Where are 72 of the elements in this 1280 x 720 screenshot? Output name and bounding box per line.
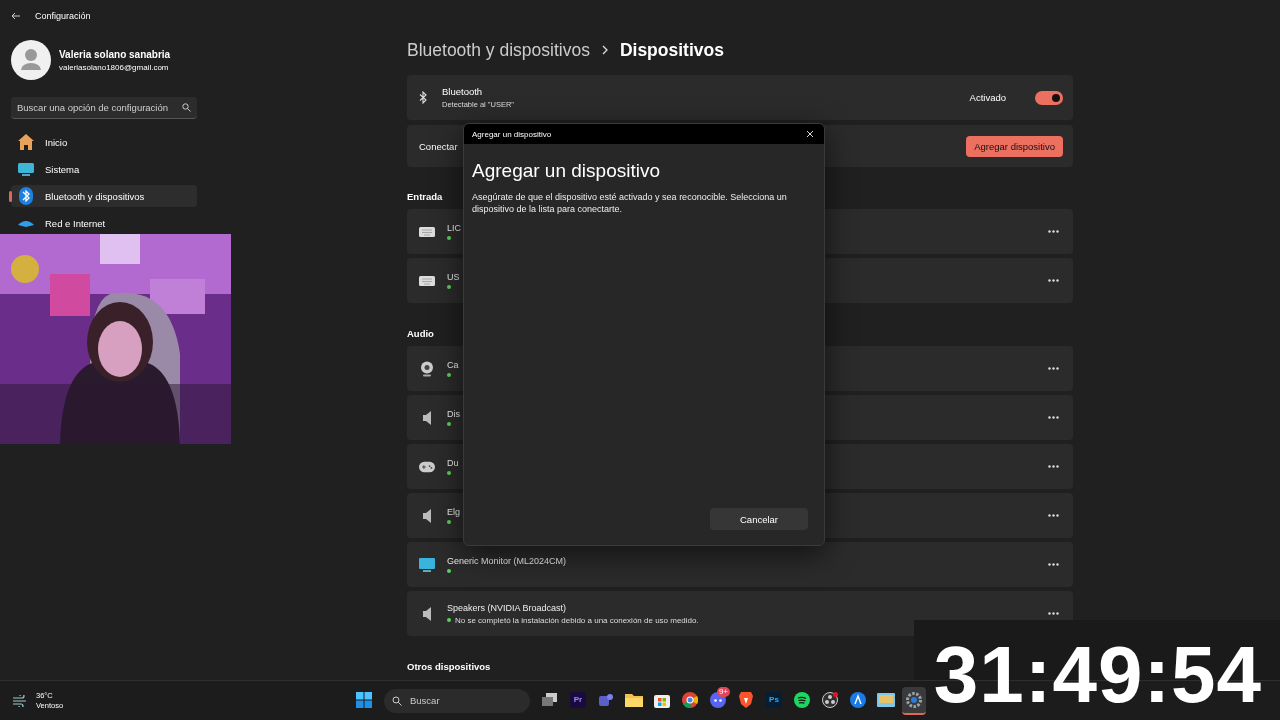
bluetooth-icon (419, 91, 427, 104)
cancel-button[interactable]: Cancelar (710, 508, 808, 530)
status-dot (447, 422, 451, 426)
dialog-title: Agregar un dispositivo (472, 129, 552, 139)
device-name: Elg (447, 507, 461, 517)
keyboard-icon (419, 226, 435, 237)
more-icon[interactable] (1048, 230, 1059, 233)
more-icon[interactable] (1048, 465, 1059, 468)
more-icon[interactable] (1048, 279, 1059, 282)
dialog-heading: Agregar un dispositivo (472, 160, 661, 182)
status-dot (447, 520, 451, 524)
taskbar-search-field[interactable]: Buscar (384, 688, 530, 713)
settings-icon[interactable] (902, 686, 926, 715)
breadcrumb-link[interactable]: Bluetooth y dispositivos (407, 39, 590, 61)
speaker-icon (422, 605, 432, 622)
status-dot (447, 618, 451, 622)
close-icon[interactable] (806, 130, 814, 138)
status-dot (447, 236, 451, 240)
nav-item[interactable]: Bluetooth y dispositivos (11, 185, 197, 207)
device-status: No se completó la instalación debido a una conexión de uso medido. (455, 615, 699, 625)
status-dot (447, 285, 451, 289)
bluetooth-title: Bluetooth (442, 86, 484, 97)
wind-icon (12, 694, 28, 707)
nav-item[interactable]: Inicio (11, 131, 197, 153)
section-heading: Entrada (407, 191, 443, 202)
add-device-button[interactable]: Agregar dispositivo (966, 135, 1063, 157)
nav-item[interactable]: Sistema (11, 158, 197, 180)
dialog-text: Asegúrate de que el dispositivo esté activado y sea reconocible. Selecciona un dispositivo de la lista para conectarte. (472, 191, 788, 215)
section-heading: Audio (407, 328, 434, 339)
notification-badge: 9+ (716, 686, 730, 697)
nav-item[interactable]: Red e Internet (11, 212, 197, 234)
search-icon (392, 695, 402, 706)
device-name: Dis (447, 409, 461, 419)
chevron-icon (601, 45, 608, 55)
more-icon[interactable] (1048, 563, 1059, 566)
device-name: LIC (447, 223, 462, 233)
device-name: Ca (447, 360, 460, 370)
device-name: Generic Monitor (ML2024CM) (447, 556, 568, 566)
more-icon[interactable] (1048, 612, 1059, 615)
device-name: US (447, 272, 461, 282)
status-dot (447, 471, 451, 475)
user-email: valeriasolano1806@gmail.com (59, 62, 170, 72)
home-icon (17, 133, 35, 151)
toggle-label: Activado (969, 92, 1006, 103)
display-icon (17, 162, 35, 176)
bluetooth-toggle[interactable] (1035, 90, 1063, 105)
bluetooth-icon (19, 187, 33, 205)
more-icon[interactable] (1048, 514, 1059, 517)
device-name: Du (447, 458, 460, 468)
more-icon[interactable] (1048, 416, 1059, 419)
page-title: Dispositivos (619, 39, 724, 61)
status-dot (447, 373, 451, 377)
speaker-icon (422, 409, 432, 426)
section-heading: Otros dispositivos (407, 661, 491, 672)
speaker-icon (422, 507, 432, 524)
wifi-icon (17, 219, 35, 227)
window-title: Configuración (35, 11, 91, 21)
keyboard-icon (419, 275, 435, 286)
avatar-icon (11, 40, 51, 80)
connect-label: Conectar (419, 140, 458, 152)
more-icon[interactable] (1048, 367, 1059, 370)
monitor-icon (419, 557, 435, 572)
device-name: Speakers (NVIDIA Broadcast) (447, 602, 568, 613)
back-icon[interactable] (11, 12, 21, 20)
device-card[interactable]: Speakers (NVIDIA Broadcast) No se completó la instalación debido a una conexión de uso medido. (407, 591, 1073, 636)
search-field[interactable]: Buscar una opción de configuración (11, 97, 197, 119)
status-dot (447, 569, 451, 573)
search-icon (182, 103, 191, 112)
webcam-icon (420, 360, 434, 377)
user-name: Valeria solano sanabria (59, 48, 171, 60)
device-card[interactable]: Generic Monitor (ML2024CM) (407, 542, 1073, 587)
gamepad-icon (419, 460, 435, 473)
